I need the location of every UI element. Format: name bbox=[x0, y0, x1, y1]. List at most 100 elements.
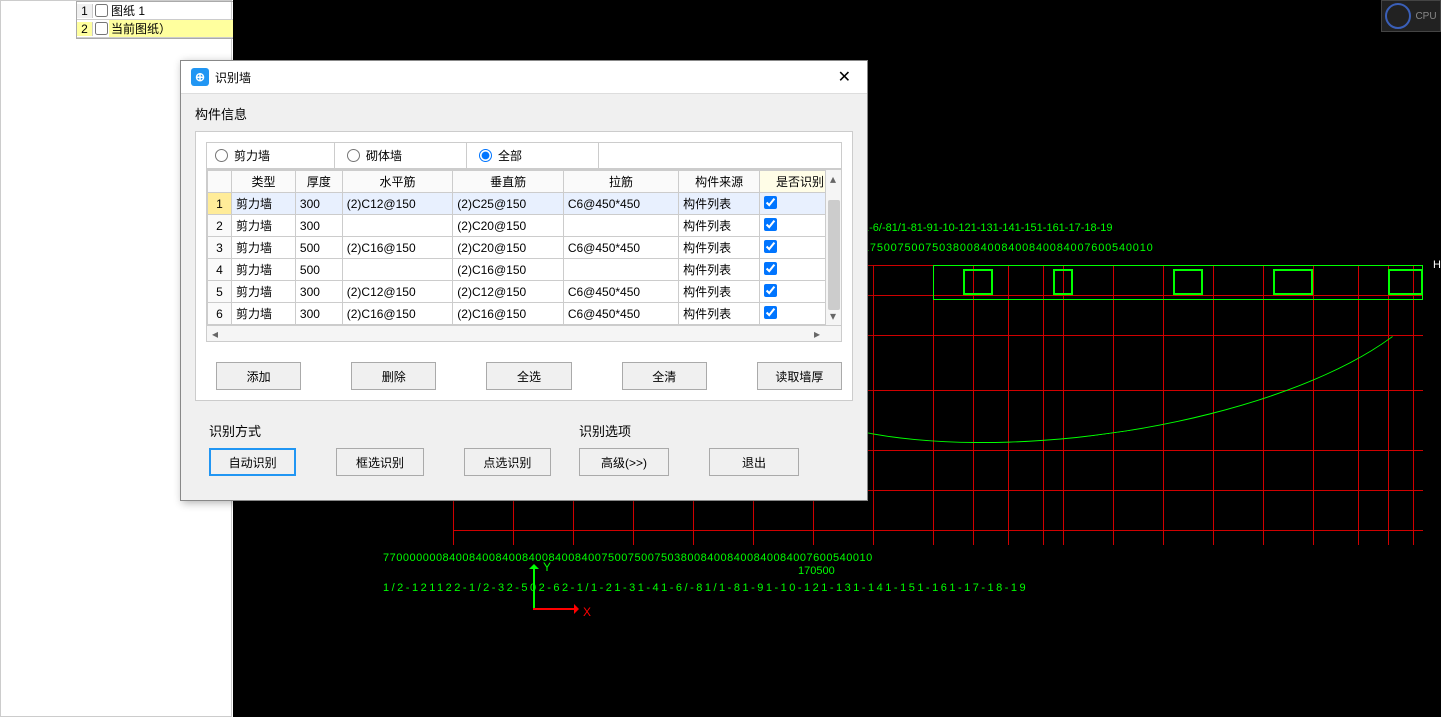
radio-masonry-wall[interactable]: 砌体墙 bbox=[339, 143, 467, 168]
recognize-wall-dialog: ⊕ 识别墙 ✕ 构件信息 剪力墙 砌体墙 全部 bbox=[180, 60, 868, 501]
table-row[interactable]: 4 剪力墙 500 (2)C16@150 构件列表 bbox=[208, 259, 841, 281]
cell-tie[interactable]: C6@450*450 bbox=[563, 303, 678, 325]
delete-button[interactable]: 删除 bbox=[351, 362, 436, 390]
cell-horiz[interactable]: (2)C12@150 bbox=[342, 193, 453, 215]
bottom-axis-labels: 1/2-121122-1/2-32-502-62-1/1-21-31-41-6/… bbox=[383, 582, 1028, 594]
row-number: 2 bbox=[77, 22, 93, 36]
recognize-checkbox[interactable] bbox=[764, 306, 777, 319]
col-horiz-rebar[interactable]: 水平筋 bbox=[342, 171, 453, 193]
cell-source[interactable]: 构件列表 bbox=[679, 281, 760, 303]
table-row[interactable]: 6 剪力墙 300 (2)C16@150 (2)C16@150 C6@450*4… bbox=[208, 303, 841, 325]
cell-thickness[interactable]: 500 bbox=[295, 237, 342, 259]
cell-tie[interactable] bbox=[563, 259, 678, 281]
col-tie-rebar[interactable]: 拉筋 bbox=[563, 171, 678, 193]
table-row[interactable]: 1 剪力墙 300 (2)C12@150 (2)C25@150 C6@450*4… bbox=[208, 193, 841, 215]
cpu-widget: CPU bbox=[1381, 0, 1441, 32]
col-source[interactable]: 构件来源 bbox=[679, 171, 760, 193]
cell-vert[interactable]: (2)C25@150 bbox=[453, 193, 564, 215]
cell-tie[interactable]: C6@450*450 bbox=[563, 237, 678, 259]
select-all-button[interactable]: 全选 bbox=[486, 362, 571, 390]
cell-horiz[interactable]: (2)C16@150 bbox=[342, 237, 453, 259]
recognize-checkbox[interactable] bbox=[764, 262, 777, 275]
cell-horiz[interactable] bbox=[342, 259, 453, 281]
point-recognize-button[interactable]: 点选识别 bbox=[464, 448, 551, 476]
col-thickness[interactable]: 厚度 bbox=[295, 171, 342, 193]
table-row[interactable]: 3 剪力墙 500 (2)C16@150 (2)C20@150 C6@450*4… bbox=[208, 237, 841, 259]
cell-vert[interactable]: (2)C20@150 bbox=[453, 237, 564, 259]
read-thickness-button[interactable]: 读取墙厚 bbox=[757, 362, 842, 390]
row-number: 1 bbox=[77, 4, 93, 18]
advanced-button[interactable]: 高级(>>) bbox=[579, 448, 669, 476]
cell-horiz[interactable]: (2)C12@150 bbox=[342, 281, 453, 303]
cpu-label: CPU bbox=[1415, 11, 1436, 22]
cell-vert[interactable]: (2)C20@150 bbox=[453, 215, 564, 237]
app-icon: ⊕ bbox=[191, 68, 209, 86]
cell-source[interactable]: 构件列表 bbox=[679, 237, 760, 259]
cell-source[interactable]: 构件列表 bbox=[679, 259, 760, 281]
cell-thickness[interactable]: 300 bbox=[295, 193, 342, 215]
vertical-scrollbar[interactable]: ▴ ▾ bbox=[825, 170, 841, 325]
cell-type[interactable]: 剪力墙 bbox=[232, 303, 296, 325]
cell-type[interactable]: 剪力墙 bbox=[232, 193, 296, 215]
col-vert-rebar[interactable]: 垂直筋 bbox=[453, 171, 564, 193]
row-checkbox[interactable] bbox=[93, 22, 109, 35]
cell-tie[interactable]: C6@450*450 bbox=[563, 193, 678, 215]
add-button[interactable]: 添加 bbox=[216, 362, 301, 390]
row-number: 2 bbox=[208, 215, 232, 237]
row-number: 3 bbox=[208, 237, 232, 259]
row-number: 4 bbox=[208, 259, 232, 281]
cell-thickness[interactable]: 300 bbox=[295, 215, 342, 237]
auto-recognize-button[interactable]: 自动识别 bbox=[209, 448, 296, 476]
recognize-checkbox[interactable] bbox=[764, 218, 777, 231]
box-recognize-button[interactable]: 框选识别 bbox=[336, 448, 423, 476]
wall-table: 类型 厚度 水平筋 垂直筋 拉筋 构件来源 是否识别 1 剪力墙 300 (2)… bbox=[206, 169, 842, 342]
y-axis-label: Y bbox=[543, 560, 551, 574]
col-type[interactable]: 类型 bbox=[232, 171, 296, 193]
cell-source[interactable]: 构件列表 bbox=[679, 215, 760, 237]
wall-type-filter: 剪力墙 砌体墙 全部 bbox=[206, 142, 842, 169]
drawing-row[interactable]: 1 图纸 1 bbox=[77, 2, 235, 20]
dialog-titlebar[interactable]: ⊕ 识别墙 ✕ bbox=[181, 61, 867, 94]
exit-button[interactable]: 退出 bbox=[709, 448, 799, 476]
close-button[interactable]: ✕ bbox=[832, 67, 857, 87]
center-dimension: 170500 bbox=[798, 565, 835, 577]
group-label: 识别方式 bbox=[209, 421, 551, 440]
radio-shear-wall[interactable]: 剪力墙 bbox=[207, 143, 335, 168]
cell-thickness[interactable]: 500 bbox=[295, 259, 342, 281]
row-number: 6 bbox=[208, 303, 232, 325]
recognize-checkbox[interactable] bbox=[764, 196, 777, 209]
horizontal-scrollbar[interactable]: ◂ ▸ bbox=[207, 325, 841, 341]
bottom-dimensions: 7700000008400840084008400840084007500750… bbox=[383, 552, 873, 564]
recognize-checkbox[interactable] bbox=[764, 284, 777, 297]
table-row[interactable]: 5 剪力墙 300 (2)C12@150 (2)C12@150 C6@450*4… bbox=[208, 281, 841, 303]
clear-all-button[interactable]: 全清 bbox=[622, 362, 707, 390]
cell-type[interactable]: 剪力墙 bbox=[232, 215, 296, 237]
recognize-checkbox[interactable] bbox=[764, 240, 777, 253]
dialog-title: 识别墙 bbox=[215, 69, 251, 86]
cell-horiz[interactable]: (2)C16@150 bbox=[342, 303, 453, 325]
cell-source[interactable]: 构件列表 bbox=[679, 303, 760, 325]
recognition-options-group: 识别选项 高级(>>) 退出 bbox=[565, 421, 813, 490]
drawing-list: 1 图纸 1 2 当前图纸） bbox=[76, 1, 236, 39]
cell-horiz[interactable] bbox=[342, 215, 453, 237]
drawing-name: 图纸 1 bbox=[109, 2, 235, 19]
cell-type[interactable]: 剪力墙 bbox=[232, 281, 296, 303]
row-number: 1 bbox=[208, 193, 232, 215]
cell-type[interactable]: 剪力墙 bbox=[232, 259, 296, 281]
row-checkbox[interactable] bbox=[93, 4, 109, 17]
cell-vert[interactable]: (2)C12@150 bbox=[453, 281, 564, 303]
row-number: 5 bbox=[208, 281, 232, 303]
radio-all[interactable]: 全部 bbox=[471, 143, 599, 168]
cell-vert[interactable]: (2)C16@150 bbox=[453, 303, 564, 325]
cell-type[interactable]: 剪力墙 bbox=[232, 237, 296, 259]
cell-thickness[interactable]: 300 bbox=[295, 303, 342, 325]
cell-vert[interactable]: (2)C16@150 bbox=[453, 259, 564, 281]
cell-source[interactable]: 构件列表 bbox=[679, 193, 760, 215]
recognition-mode-group: 识别方式 自动识别 框选识别 点选识别 bbox=[195, 421, 565, 490]
cell-tie[interactable]: C6@450*450 bbox=[563, 281, 678, 303]
section-label: 构件信息 bbox=[195, 104, 853, 123]
drawing-row[interactable]: 2 当前图纸） bbox=[77, 20, 235, 38]
table-row[interactable]: 2 剪力墙 300 (2)C20@150 构件列表 bbox=[208, 215, 841, 237]
cell-tie[interactable] bbox=[563, 215, 678, 237]
cell-thickness[interactable]: 300 bbox=[295, 281, 342, 303]
